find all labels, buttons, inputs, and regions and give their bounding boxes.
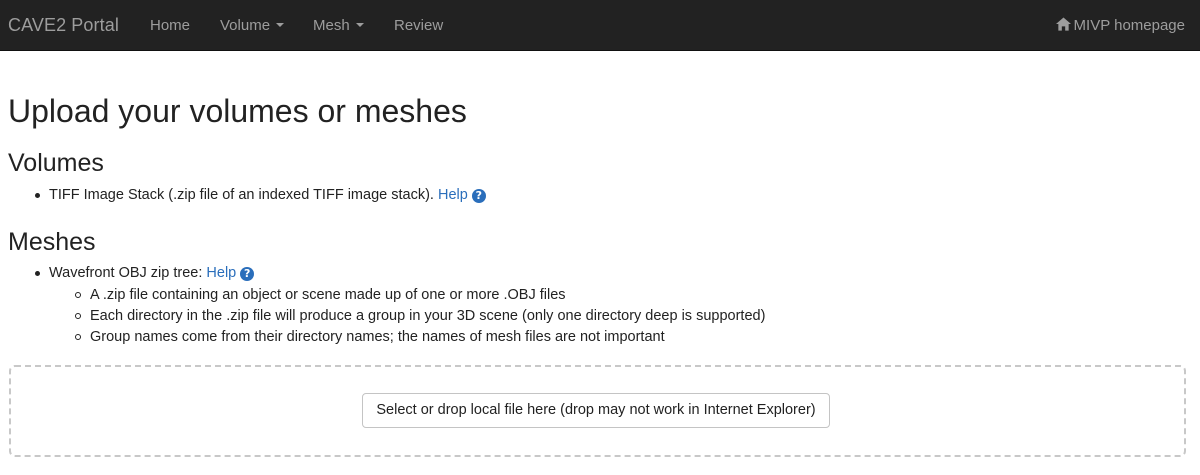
mesh-format-text: Wavefront OBJ zip tree: bbox=[49, 265, 203, 281]
bullet bbox=[75, 292, 81, 298]
page-title: Upload your volumes or meshes bbox=[8, 93, 467, 129]
volume-help-link[interactable]: Help? bbox=[438, 187, 486, 203]
top-navbar: CAVE2 Portal Home Volume Mesh Review MIV… bbox=[0, 0, 1200, 51]
volumes-heading: Volumes bbox=[8, 149, 104, 177]
nav-review[interactable]: Review bbox=[394, 16, 443, 36]
bullet bbox=[35, 193, 40, 198]
nav-home-label: Home bbox=[150, 17, 191, 34]
caret-down-icon bbox=[276, 23, 285, 28]
bullet bbox=[75, 313, 81, 319]
meshes-heading: Meshes bbox=[8, 228, 96, 256]
caret-down-icon bbox=[355, 23, 364, 28]
mivp-homepage-link[interactable]: MIVP homepage bbox=[1055, 16, 1185, 36]
mesh-detail-text: A .zip file containing an object or scen… bbox=[90, 287, 566, 303]
select-file-button[interactable]: Select or drop local file here (drop may… bbox=[362, 393, 830, 428]
mivp-homepage-label: MIVP homepage bbox=[1073, 17, 1185, 34]
home-icon bbox=[1055, 17, 1071, 31]
mesh-detail-text: Group names come from their directory na… bbox=[90, 329, 665, 345]
mesh-help-link[interactable]: Help? bbox=[206, 265, 255, 281]
list-item: TIFF Image Stack (.zip file of an indexe… bbox=[35, 185, 486, 206]
help-label: Help bbox=[437, 187, 468, 203]
volumes-list: TIFF Image Stack (.zip file of an indexe… bbox=[35, 185, 486, 206]
list-item: A .zip file containing an object or scen… bbox=[75, 285, 765, 306]
mesh-detail-text: Each directory in the .zip file will pro… bbox=[90, 308, 766, 324]
nav-mesh-dropdown[interactable]: Mesh bbox=[313, 16, 364, 36]
mesh-details-list: A .zip file containing an object or scen… bbox=[75, 285, 766, 348]
bullet bbox=[35, 271, 40, 276]
bullet bbox=[75, 334, 81, 340]
meshes-list: Wavefront OBJ zip tree: Help? bbox=[35, 263, 255, 284]
help-label: Help bbox=[206, 265, 237, 281]
brand-link[interactable]: CAVE2 Portal bbox=[8, 14, 119, 36]
nav-volume-label: Volume bbox=[220, 17, 271, 34]
volume-format-text: TIFF Image Stack (.zip file of an indexe… bbox=[49, 187, 434, 203]
nav-mesh-label: Mesh bbox=[313, 17, 350, 34]
nav-home[interactable]: Home bbox=[150, 16, 190, 36]
nav-volume-dropdown[interactable]: Volume bbox=[220, 16, 285, 36]
list-item: Group names come from their directory na… bbox=[75, 327, 765, 348]
question-circle-icon: ? bbox=[240, 267, 255, 281]
list-item: Each directory in the .zip file will pro… bbox=[75, 306, 766, 327]
nav-review-label: Review bbox=[394, 17, 444, 34]
question-circle-icon: ? bbox=[471, 189, 486, 203]
list-item: Wavefront OBJ zip tree: Help? bbox=[35, 263, 255, 284]
